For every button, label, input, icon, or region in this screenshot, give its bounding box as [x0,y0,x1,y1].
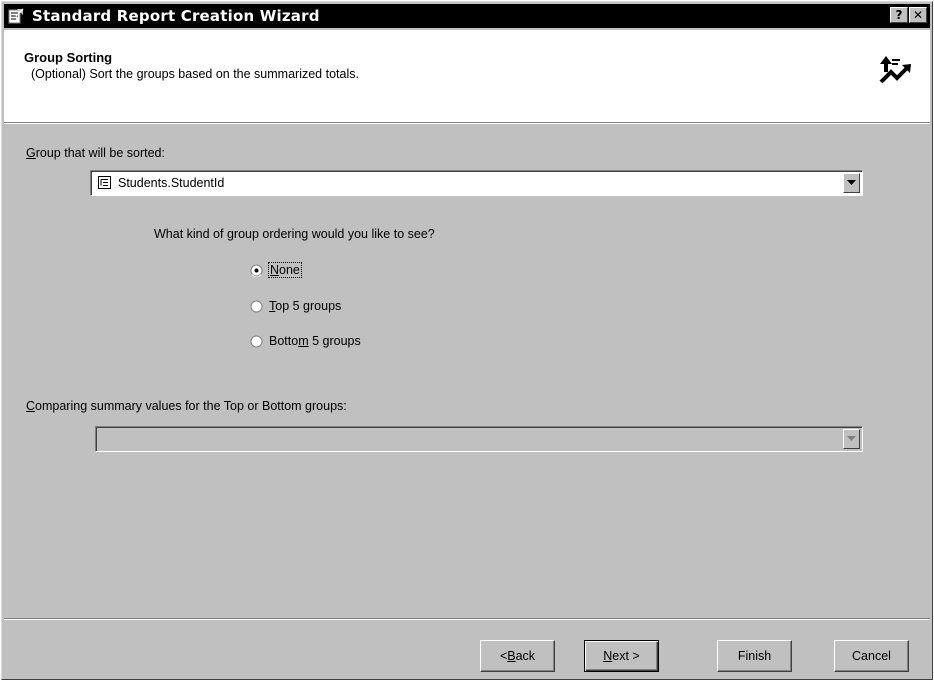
title-bar[interactable]: Standard Report Creation Wizard ? ✕ [4,4,930,28]
chevron-down-icon [847,180,856,185]
wizard-header: Group Sorting (Optional) Sort the groups… [4,30,930,123]
header-divider [4,123,930,124]
cancel-button[interactable]: Cancel [834,640,909,672]
report-wizard-icon [8,8,24,24]
chevron-down-icon [847,436,856,441]
ordering-question: What kind of group ordering would you li… [154,227,435,241]
group-select-dropdown-button[interactable] [843,173,860,193]
group-select[interactable]: Students.StudentId [90,170,863,196]
step-description: (Optional) Sort the groups based on the … [31,67,359,81]
radio-unselected-icon [250,300,263,313]
radio-bottom-5-label: Bottom 5 groups [269,334,361,348]
footer-divider [4,618,930,620]
group-select-value: Students.StudentId [118,176,225,190]
sort-arrows-icon [878,52,914,88]
help-button[interactable]: ? [890,7,908,23]
step-title: Group Sorting [24,50,113,65]
wizard-window: Standard Report Creation Wizard ? ✕ Grou… [1,1,933,680]
field-list-icon [98,176,112,190]
summary-select-label: Comparing summary values for the Top or … [26,399,347,413]
summary-select-dropdown-button[interactable] [843,429,860,449]
next-button[interactable]: Next > [584,640,659,672]
back-button[interactable]: < Back [480,640,555,672]
radio-selected-icon [250,264,263,278]
radio-unselected-icon [250,335,263,348]
radio-none-label: None [268,262,302,278]
finish-button[interactable]: Finish [717,640,792,672]
radio-top-5-label: Top 5 groups [269,299,342,313]
summary-select[interactable] [95,426,863,452]
window-title: Standard Report Creation Wizard [32,7,320,25]
group-select-label: Group that will be sorted: [26,146,165,160]
close-button[interactable]: ✕ [909,7,927,23]
